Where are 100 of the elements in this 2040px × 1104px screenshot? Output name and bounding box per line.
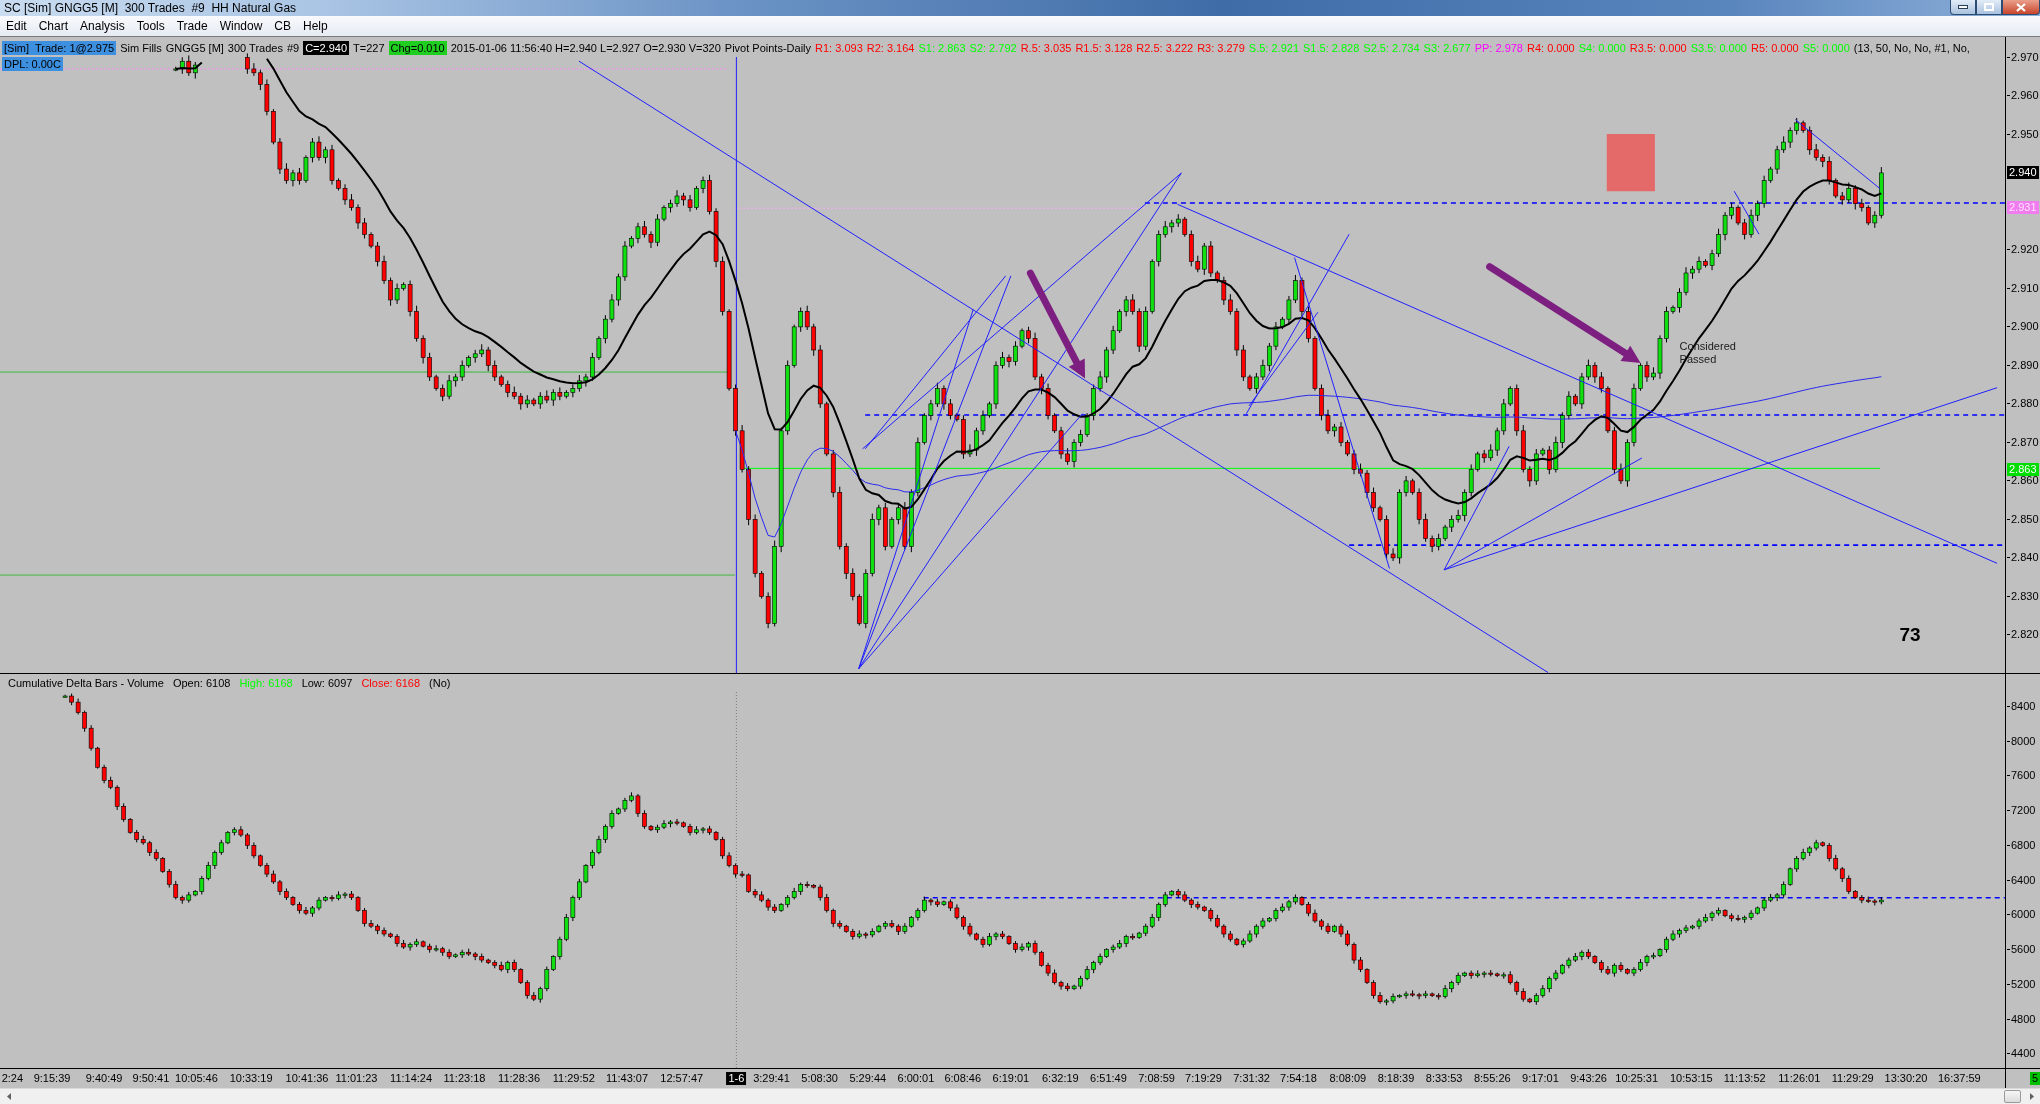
maximize-button[interactable] (1976, 0, 2002, 15)
legend-text: R.5: 3.035 (1020, 41, 1072, 55)
minimize-icon (1958, 5, 1968, 9)
legend-text: Sim Fills (120, 41, 162, 55)
time-label: 7:19:29 (1184, 1072, 1223, 1085)
scroll-thumb[interactable] (2004, 1090, 2021, 1103)
time-label: 10:53:15 (1668, 1072, 1714, 1085)
legend-text: S1.5: 2.828 (1303, 41, 1360, 55)
time-label: 6:32:19 (1041, 1072, 1080, 1085)
time-label: 8:18:39 (1376, 1072, 1416, 1085)
legend-text: S.5: 2.921 (1248, 41, 1299, 55)
time-label: 16:37:59 (1936, 1072, 1982, 1085)
level-price-label: 2.863 (2007, 462, 2039, 476)
time-label: 13:30:20 (1883, 1072, 1929, 1085)
time-label: 6:51:49 (1089, 1072, 1128, 1085)
menu-item[interactable]: CB (268, 17, 297, 35)
study-legend-text: Close: 6168 (361, 676, 421, 690)
time-label: 8:55:26 (1472, 1072, 1512, 1085)
legend-text: S5: 0.000 (1802, 41, 1850, 55)
time-label: 9:50:41 (131, 1072, 171, 1085)
time-label: 9:40:49 (84, 1072, 124, 1085)
legend-text: R2: 3.164 (866, 41, 915, 55)
time-label: 7:08:59 (1137, 1072, 1176, 1085)
study-legend-text: Cumulative Delta Bars - Volume (8, 676, 164, 690)
time-label: 9:15:39 (32, 1072, 72, 1085)
bar-counter-label: 5 (2029, 1072, 2040, 1085)
time-label: 7:31:32 (1232, 1072, 1271, 1085)
legend-text: R1: 3.093 (815, 41, 863, 55)
time-label: 8:33:53 (1424, 1072, 1464, 1085)
left-arrow-icon (6, 1093, 11, 1100)
time-label: 11:14:24 (389, 1072, 434, 1085)
time-label: 10:05:46 (174, 1072, 219, 1085)
change-tag: Chg=0.010 (388, 41, 447, 55)
time-label: 11:01:23 (334, 1072, 379, 1085)
time-label: 2:24 (0, 1072, 25, 1085)
window-title: SC [Sim] GNGG5 [M] 300 Trades #9 HH Natural Gas (3, 0, 297, 16)
menu-item[interactable]: Chart (32, 17, 75, 35)
time-label: 6:00:01 (896, 1072, 936, 1085)
legend-text: R4: 0.000 (1527, 41, 1575, 55)
study-legend-text: Low: 6097 (301, 676, 353, 690)
time-label: 11:13:52 (1722, 1072, 1767, 1085)
legend-text: #9 (286, 41, 300, 55)
legend-text: GNGG5 [M] (165, 41, 224, 55)
study-legend-text: (No) (429, 676, 451, 690)
legend-text: Pivot Points-Daily (724, 41, 812, 55)
menu-item[interactable]: Tools (130, 17, 171, 35)
legend-text: S2.5: 2.734 (1363, 41, 1420, 55)
date-label: 1-6 (726, 1072, 747, 1085)
legend-text: S3.5: 0.000 (1690, 41, 1747, 55)
menu-item[interactable]: Edit (0, 17, 33, 35)
legend-text: PP: 2.978 (1474, 41, 1523, 55)
time-label: 8:08:09 (1328, 1072, 1368, 1085)
minimize-button[interactable] (1950, 0, 1976, 15)
study-legend-text: High: 6168 (239, 676, 293, 690)
menu-item[interactable]: Help (297, 17, 334, 35)
legend-text: S1: 2.863 (918, 41, 966, 55)
legend-text: T=227 (353, 41, 385, 55)
last-price-label: 2.940 (2007, 166, 2039, 180)
legend-text: R3: 3.279 (1197, 41, 1245, 55)
time-label: 7:54:18 (1279, 1072, 1318, 1085)
time-label: 5:29:44 (848, 1072, 888, 1085)
menu-item[interactable]: Trade (170, 17, 214, 35)
legend-text: (13, 50, No, No, #1, No, (1853, 41, 1970, 55)
account-tag: DPL: 0.00C (2, 57, 63, 71)
right-arrow-icon (2029, 1093, 2034, 1100)
menu-item[interactable]: Window (213, 17, 269, 35)
time-label: 12:57:47 (659, 1072, 705, 1085)
legend-text: 2015-01-06 11:56:40 H=2.940 L=2.927 O=2.930 V=320 (450, 41, 721, 55)
legend-text: R1.5: 3.128 (1075, 41, 1133, 55)
legend-text: R5: 0.000 (1750, 41, 1799, 55)
legend-text: S3: 2.677 (1423, 41, 1471, 55)
menu-item[interactable]: Analysis (74, 17, 131, 35)
time-label: 6:08:46 (943, 1072, 983, 1085)
time-label: 10:33:19 (228, 1072, 274, 1085)
account-tag: [Sim] Trade: 1@2.975 (2, 41, 117, 55)
time-label: 11:28:36 (497, 1072, 542, 1085)
time-label: 10:41:36 (284, 1072, 330, 1085)
legend-text: S2: 2.792 (969, 41, 1017, 55)
pivot-price-label: 2.931 (2007, 200, 2039, 214)
time-label: 11:43:07 (605, 1072, 650, 1085)
scrollbar[interactable] (0, 1088, 2040, 1104)
time-label: 3:29:41 (752, 1072, 791, 1085)
legend-text: R3.5: 0.000 (1629, 41, 1687, 55)
close-icon (2016, 2, 2026, 12)
time-label: 9:43:26 (1569, 1072, 1608, 1085)
time-label: 10:25:31 (1614, 1072, 1660, 1085)
legend-text: S4: 0.000 (1578, 41, 1626, 55)
legend-text: 300 Trades (227, 41, 283, 55)
time-label: 11:29:29 (1830, 1072, 1875, 1085)
time-label: 5:08:30 (800, 1072, 839, 1085)
count-label: 73 (1899, 624, 1921, 647)
time-label: 9:17:01 (1521, 1072, 1560, 1085)
close-button[interactable] (2002, 0, 2040, 15)
study-legend-text: Open: 6108 (172, 676, 231, 690)
time-label: 11:26:01 (1777, 1072, 1822, 1085)
time-label: 6:19:01 (991, 1072, 1031, 1085)
legend-text: R2.5: 3.222 (1136, 41, 1194, 55)
time-label: 11:29:52 (551, 1072, 596, 1085)
time-label: 11:23:18 (442, 1072, 487, 1085)
maximize-icon (1984, 3, 1994, 11)
